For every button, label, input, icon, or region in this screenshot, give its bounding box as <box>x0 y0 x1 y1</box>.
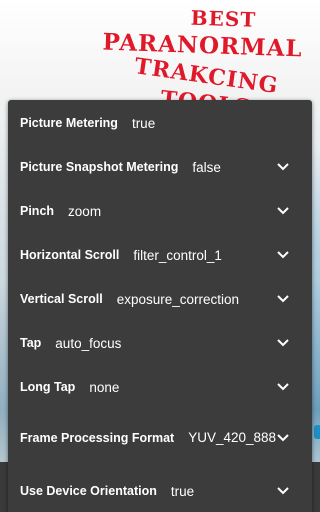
setting-row-pinch[interactable]: Pinch zoom <box>8 189 312 233</box>
setting-row-vertical-scroll[interactable]: Vertical Scroll exposure_correction <box>8 277 312 321</box>
settings-panel: Picture Metering true Picture Snapshot M… <box>8 100 312 512</box>
setting-row-picture-metering[interactable]: Picture Metering true <box>8 101 312 145</box>
setting-row-horizontal-scroll[interactable]: Horizontal Scroll filter_control_1 <box>8 233 312 277</box>
setting-label: Tap <box>20 336 42 350</box>
setting-value: YUV_420_888 <box>188 430 277 445</box>
preview-edge-marker <box>314 425 320 439</box>
chevron-down-icon[interactable] <box>276 433 290 443</box>
setting-label: Pinch <box>20 204 55 218</box>
setting-row-tap[interactable]: Tap auto_focus <box>8 321 312 365</box>
setting-label: Picture Snapshot Metering <box>20 160 179 174</box>
setting-label: Frame Processing Format <box>20 431 175 445</box>
setting-value: true <box>131 115 156 131</box>
setting-value: zoom <box>68 203 102 219</box>
chevron-down-icon[interactable] <box>276 338 290 348</box>
setting-label: Long Tap <box>20 380 76 394</box>
setting-row-picture-snapshot-metering[interactable]: Picture Snapshot Metering false <box>8 145 312 189</box>
chevron-down-icon[interactable] <box>276 162 290 172</box>
setting-label: Vertical Scroll <box>20 292 103 306</box>
title-line-1: BEST <box>190 5 257 32</box>
setting-value: filter_control_1 <box>133 247 222 263</box>
setting-value: true <box>170 483 195 499</box>
setting-label: Picture Metering <box>20 116 118 130</box>
chevron-down-icon[interactable] <box>276 486 290 496</box>
setting-value: exposure_correction <box>116 291 240 307</box>
setting-value: auto_focus <box>55 335 122 351</box>
chevron-down-icon[interactable] <box>276 250 290 260</box>
setting-label: Horizontal Scroll <box>20 248 120 262</box>
chevron-down-icon[interactable] <box>276 294 290 304</box>
chevron-down-icon[interactable] <box>276 382 290 392</box>
chevron-down-icon[interactable] <box>276 206 290 216</box>
setting-row-frame-processing-format[interactable]: Frame Processing Format YUV_420_888 <box>8 413 312 463</box>
setting-label: Use Device Orientation <box>20 484 157 498</box>
setting-value: none <box>89 379 120 395</box>
setting-row-use-device-orientation[interactable]: Use Device Orientation true <box>8 469 312 512</box>
setting-row-long-tap[interactable]: Long Tap none <box>8 365 312 409</box>
setting-value: false <box>192 159 221 175</box>
